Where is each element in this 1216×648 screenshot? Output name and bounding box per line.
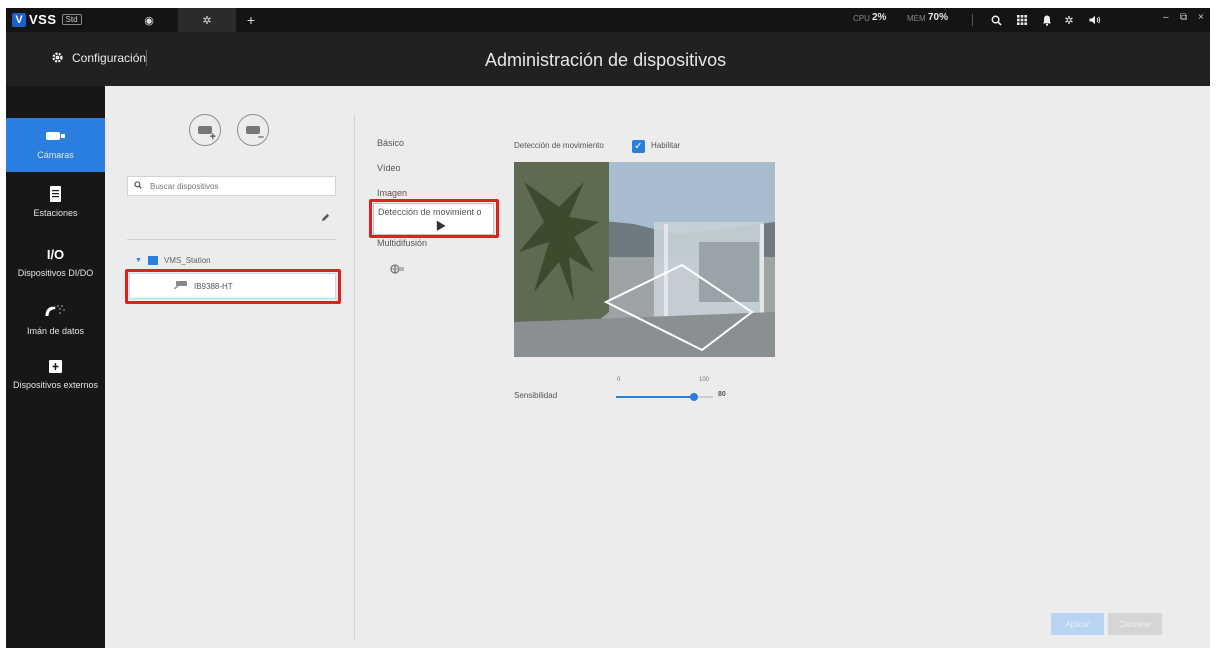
mem-value: 70% [928, 12, 949, 23]
remove-camera-button[interactable]: – [237, 114, 269, 146]
sidebar-item-label: Imán de datos [26, 326, 85, 336]
magnet-icon [45, 304, 67, 320]
titlebar-divider [972, 14, 973, 26]
search-input[interactable] [150, 181, 320, 191]
camera-preview[interactable] [514, 162, 775, 357]
tree-divider [127, 239, 336, 240]
eye-icon: ◉ [144, 14, 154, 27]
add-camera-button[interactable]: + [189, 114, 221, 146]
settings-icon[interactable]: ✲ [1061, 12, 1077, 28]
plus-badge: + [209, 131, 216, 143]
slider-max-label: 100 [699, 377, 710, 383]
server-icon [50, 186, 61, 202]
apply-button[interactable]: Aplicar [1051, 613, 1104, 635]
tab-live-view[interactable]: ◉ [120, 8, 178, 32]
bell-icon[interactable] [1039, 12, 1055, 28]
preview-image [514, 162, 775, 357]
search-icon[interactable] [988, 12, 1004, 28]
close-icon[interactable]: × [1198, 12, 1204, 23]
cpu-label: CPU [853, 14, 870, 23]
header-divider [146, 50, 147, 66]
device-search [127, 176, 336, 196]
page-title: Administración de dispositivos [485, 50, 727, 70]
sidebar-item-external-devices[interactable]: Dispositivos externos [6, 358, 105, 402]
app-name: VSS [29, 12, 57, 27]
sidebar-item-label: Dispositivos DI/DO [17, 268, 94, 278]
sidebar-item-label: Estaciones [33, 208, 78, 218]
sensitivity-slider[interactable] [616, 391, 713, 403]
io-icon: I/O [46, 246, 65, 262]
add-tab-button[interactable]: + [236, 8, 266, 32]
page-header: Configuración Administración de disposit… [6, 32, 1210, 86]
volume-icon[interactable] [1087, 12, 1103, 28]
sidebar-item-label: Dispositivos externos [12, 380, 99, 390]
camera-icon [45, 128, 66, 144]
minus-badge: – [257, 131, 264, 143]
mem-label: MEM [907, 14, 926, 23]
minimize-icon[interactable]: – [1163, 12, 1169, 23]
title-bar: V VSS Std ◉ ✲ + CPU 2% MEM 70% ✲ – ⧉ × [6, 8, 1210, 32]
search-icon [134, 181, 142, 191]
slider-fill [616, 396, 694, 398]
edition-badge: Std [61, 14, 82, 25]
highlight-box-motion-nav [369, 199, 499, 238]
main-panel: + – ▼ VMS_Station IB9388-HT [105, 86, 1210, 648]
highlight-box-device [125, 269, 341, 304]
breadcrumb: Configuración [50, 50, 146, 65]
slider-thumb[interactable] [689, 393, 698, 401]
plus-icon: + [246, 12, 256, 28]
external-device-icon [49, 358, 62, 374]
sidebar-item-dido[interactable]: I/O Dispositivos DI/DO [6, 246, 105, 288]
section-label: Configuración [72, 50, 147, 65]
logo-mark: V [12, 12, 26, 27]
slider-min-label: 0 [617, 377, 621, 383]
enable-label: Habilitar [651, 141, 681, 150]
app-logo: V VSS Std [12, 12, 82, 27]
sidebar-item-label: Cámaras [37, 150, 74, 160]
station-name: VMS_Station [163, 256, 211, 265]
nav-item-image[interactable]: Imagen [377, 188, 407, 198]
panel-divider [354, 114, 355, 640]
station-icon [147, 256, 158, 265]
pencil-icon[interactable] [321, 213, 330, 225]
sidebar-item-cameras[interactable]: Cámaras [6, 118, 105, 172]
nav-item-video[interactable]: Vídeo [377, 163, 401, 173]
restore-icon[interactable]: ⧉ [1180, 12, 1187, 23]
network-globe-icon[interactable] [390, 264, 404, 277]
nav-item-basic[interactable]: Básico [377, 138, 404, 148]
grid-icon[interactable] [1014, 12, 1030, 28]
gear-icon: ✲ [202, 14, 212, 27]
sidebar: Cámaras Estaciones I/O Dispositivos DI/D… [6, 86, 105, 648]
configuration-gear-icon [52, 52, 63, 63]
expand-caret-icon[interactable]: ▼ [135, 257, 142, 264]
sidebar-item-data-magnet[interactable]: Imán de datos [6, 304, 105, 348]
tree-station-node[interactable]: ▼ VMS_Station [135, 256, 211, 265]
nav-item-multicast[interactable]: Multidifusión [377, 238, 427, 248]
enable-checkbox[interactable]: ✓ [632, 140, 645, 153]
motion-detection-label: Detección de movimiento [514, 141, 604, 150]
sensitivity-label: Sensibilidad [514, 391, 558, 400]
sensitivity-value: 80 [718, 391, 726, 398]
cancel-button[interactable]: Cancelar [1108, 613, 1162, 635]
tab-configuration[interactable]: ✲ [178, 8, 236, 32]
app-window: V VSS Std ◉ ✲ + CPU 2% MEM 70% ✲ – ⧉ × C… [6, 8, 1210, 648]
cpu-value: 2% [872, 12, 887, 23]
sidebar-item-stations[interactable]: Estaciones [6, 186, 105, 228]
